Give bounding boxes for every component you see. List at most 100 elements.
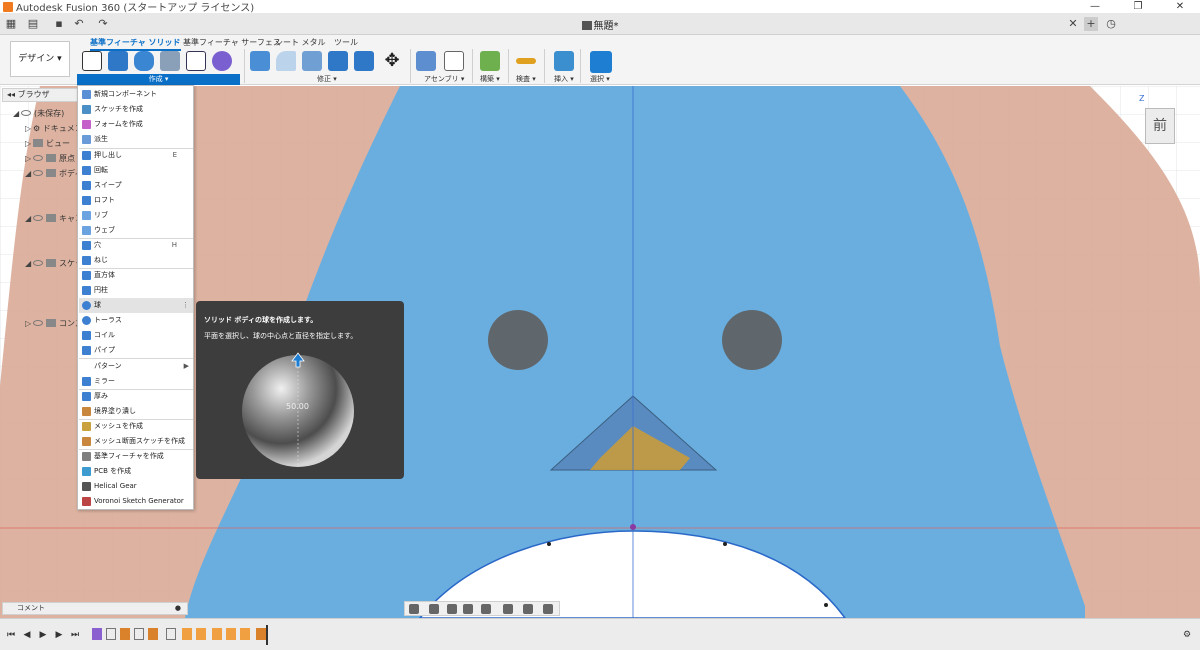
fit-icon[interactable] <box>481 604 491 614</box>
menu-item-new-component[interactable]: 新規コンポーネント <box>79 87 193 102</box>
assemble-menu-button[interactable]: アセンブリ ▾ <box>424 74 464 84</box>
menu-item-pattern[interactable]: パターン ▶ <box>79 359 193 374</box>
add-comment-icon[interactable]: ● <box>175 603 181 614</box>
timeline-step[interactable] <box>106 628 116 640</box>
menu-item-derive[interactable]: 派生 <box>79 132 193 147</box>
menu-item-mesh-section[interactable]: メッシュ断面スケッチを作成 <box>79 434 193 449</box>
offset-plane-icon[interactable] <box>480 51 500 71</box>
joint-icon[interactable] <box>444 51 464 71</box>
zoom-icon[interactable] <box>463 604 473 614</box>
select-arrow-icon[interactable] <box>590 51 612 73</box>
select-menu-button[interactable]: 選択 ▾ <box>590 74 610 84</box>
more-options-icon[interactable]: ⋮ <box>182 298 189 313</box>
tree-row-root[interactable]: ◢ (未保存) <box>13 108 64 119</box>
play-icon[interactable]: ▶ <box>38 630 48 640</box>
tab-solid[interactable]: 基準フィーチャ ソリッド <box>90 37 181 51</box>
insert-image-icon[interactable] <box>554 51 574 71</box>
extrude-tool-icon[interactable] <box>108 51 128 71</box>
revolve-tool-icon[interactable] <box>134 51 154 71</box>
timeline-step[interactable] <box>212 628 222 640</box>
timeline-step[interactable] <box>148 628 158 640</box>
tree-row-views[interactable]: ▷ ビュー <box>25 138 70 149</box>
look-at-icon[interactable] <box>429 604 439 614</box>
new-component-icon[interactable] <box>416 51 436 71</box>
menu-item-create-sketch[interactable]: スケッチを作成 <box>79 102 193 117</box>
timeline-step[interactable] <box>166 628 176 640</box>
combine-icon[interactable] <box>354 51 374 71</box>
timeline-step[interactable] <box>92 628 102 640</box>
menu-item-thicken[interactable]: 厚み <box>79 389 193 404</box>
menu-item-thread[interactable]: ねじ <box>79 253 193 268</box>
construct-sketch-icon[interactable] <box>186 51 206 71</box>
comments-panel[interactable]: コメント ● <box>2 602 188 615</box>
menu-item-create-mesh[interactable]: メッシュを作成 <box>79 419 193 434</box>
timeline-settings-icon[interactable]: ⚙ <box>1182 630 1192 640</box>
menu-item-sphere[interactable]: 球 ⋮ <box>79 298 193 313</box>
viewcube-face-front[interactable]: 前 <box>1153 118 1167 134</box>
menu-item-sweep[interactable]: スイープ <box>79 178 193 193</box>
clock-icon[interactable]: ◷ <box>1104 17 1118 31</box>
document-tab[interactable]: 無題* <box>0 17 1200 32</box>
add-tab-button[interactable]: + <box>1084 17 1098 31</box>
menu-item-extrude[interactable]: 押し出し E <box>79 148 193 163</box>
go-to-end-icon[interactable]: ⏭ <box>70 630 80 640</box>
menu-item-revolve[interactable]: 回転 <box>79 163 193 178</box>
step-forward-icon[interactable]: ▶ <box>54 630 64 640</box>
form-tool-icon[interactable] <box>212 51 232 71</box>
minimize-button[interactable]: — <box>1075 0 1115 13</box>
close-button[interactable]: ✕ <box>1160 0 1200 13</box>
menu-item-torus[interactable]: トーラス <box>79 313 193 328</box>
menu-item-rib[interactable]: リブ <box>79 208 193 223</box>
tree-row-origin[interactable]: ▷ 原点 <box>25 153 75 164</box>
sketch-create-icon[interactable] <box>82 51 102 71</box>
tab-close-icon[interactable]: ✕ <box>1066 17 1080 31</box>
menu-item-voronoi[interactable]: Voronoi Sketch Generator <box>79 494 193 509</box>
tab-surface[interactable]: 基準フィーチャ サーフェス <box>183 37 281 48</box>
menu-item-box[interactable]: 直方体 <box>79 268 193 283</box>
tab-sheet-metal[interactable]: シート メタル <box>275 37 326 48</box>
shell-icon[interactable] <box>328 51 348 71</box>
eye-icon[interactable] <box>33 320 43 326</box>
orbit-icon[interactable] <box>409 604 419 614</box>
menu-item-create-form[interactable]: フォームを作成 <box>79 117 193 132</box>
measure-icon[interactable] <box>516 58 536 64</box>
grid-settings-icon[interactable] <box>523 604 533 614</box>
timeline-marker[interactable] <box>266 625 268 645</box>
eye-icon[interactable] <box>21 110 31 116</box>
eye-icon[interactable] <box>33 155 43 161</box>
menu-item-pipe[interactable]: パイプ <box>79 343 193 358</box>
go-to-start-icon[interactable]: ⏮ <box>6 630 16 640</box>
timeline-step[interactable] <box>240 628 250 640</box>
tab-tools[interactable]: ツール <box>334 37 358 48</box>
menu-item-base-feature[interactable]: 基準フィーチャを作成 <box>79 449 193 464</box>
insert-menu-button[interactable]: 挿入 ▾ <box>554 74 574 84</box>
workspace-switcher[interactable]: デザイン ▾ <box>10 41 70 77</box>
inspect-menu-button[interactable]: 検査 ▾ <box>516 74 536 84</box>
timeline-step[interactable] <box>196 628 206 640</box>
menu-item-cylinder[interactable]: 円柱 <box>79 283 193 298</box>
display-settings-icon[interactable] <box>503 604 513 614</box>
restore-button[interactable]: ❐ <box>1118 0 1158 13</box>
pan-icon[interactable] <box>447 604 457 614</box>
menu-item-web[interactable]: ウェブ <box>79 223 193 238</box>
modify-menu-button[interactable]: 修正 ▾ <box>317 74 337 84</box>
fillet-icon[interactable] <box>276 51 296 71</box>
eye-icon[interactable] <box>33 170 43 176</box>
move-icon[interactable]: ✥ <box>382 51 402 71</box>
step-back-icon[interactable]: ◀ <box>22 630 32 640</box>
menu-item-create-pcb[interactable]: PCB を作成 <box>79 464 193 479</box>
timeline-step[interactable] <box>182 628 192 640</box>
menu-item-mirror[interactable]: ミラー <box>79 374 193 389</box>
sweep-tool-icon[interactable] <box>160 51 180 71</box>
menu-item-coil[interactable]: コイル <box>79 328 193 343</box>
chamfer-icon[interactable] <box>302 51 322 71</box>
menu-item-helical-gear[interactable]: Helical Gear <box>79 479 193 494</box>
create-menu-button[interactable]: 作成 ▾ <box>77 74 240 85</box>
menu-item-hole[interactable]: 穴H <box>79 238 193 253</box>
collapse-icon[interactable]: ◂◂ <box>7 90 18 99</box>
browser-panel-header[interactable]: ◂◂ ブラウザ <box>2 88 80 102</box>
menu-item-boundary-fill[interactable]: 境界塗り潰し <box>79 404 193 419</box>
viewports-icon[interactable] <box>543 604 553 614</box>
eye-icon[interactable] <box>33 215 43 221</box>
timeline-step[interactable] <box>120 628 130 640</box>
